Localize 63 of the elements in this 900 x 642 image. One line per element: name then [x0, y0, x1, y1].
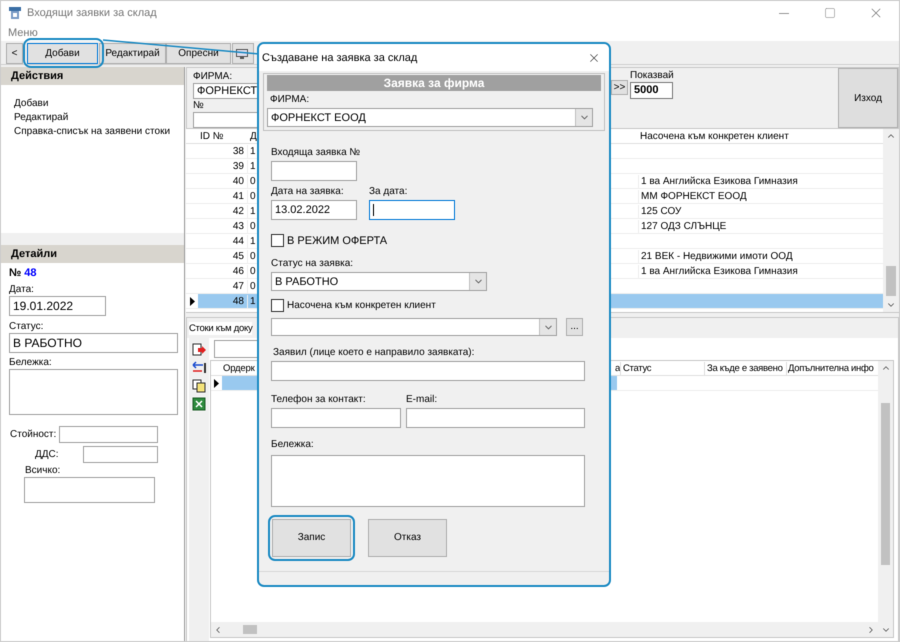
- column-header: Статус: [623, 362, 652, 374]
- number-label: №: [9, 267, 22, 280]
- field-label: Дата на заявка:: [271, 186, 344, 198]
- table-cell: 45: [232, 250, 244, 262]
- field-label: №: [193, 99, 204, 112]
- table-cell: 0: [250, 280, 256, 292]
- column-header: ID №: [200, 130, 224, 142]
- table-cell: 40: [232, 174, 244, 188]
- field-label: ФИРМА:: [193, 70, 232, 83]
- window-title: Входящи заявки за склад: [27, 6, 157, 20]
- table-cell: 1: [250, 144, 256, 158]
- field-label: Стойност:: [10, 428, 56, 441]
- table-cell: 1 ва Английска Езикова Гимназия: [641, 264, 798, 278]
- column-header: Д: [250, 130, 257, 142]
- table-cell: 0: [250, 264, 256, 278]
- checkbox-label: Насочена към конкретен клиент: [287, 300, 436, 312]
- table-cell: 0: [250, 190, 256, 202]
- table-cell: 42: [232, 204, 244, 218]
- field-label: За дата:: [369, 186, 408, 198]
- field-label: Статус на заявка:: [271, 258, 354, 270]
- field-label: Бележка:: [9, 356, 52, 369]
- table-cell: 48: [232, 294, 244, 308]
- table-cell: 1: [250, 234, 256, 248]
- table-cell: 125 СОУ: [641, 204, 682, 218]
- table-cell: 44: [232, 234, 244, 248]
- table-cell: 1: [250, 294, 256, 308]
- field-label: ДДС:: [35, 448, 59, 461]
- table-cell: 127 ОДЗ СЛЪНЦЕ: [641, 220, 726, 232]
- field-label: Заявил (лице което е направило заявката):: [273, 347, 474, 359]
- table-cell: 21 ВЕК - Недвижими имоти ООД: [641, 250, 793, 262]
- field-label: Показвай: [630, 69, 674, 82]
- table-cell: 38: [232, 144, 244, 158]
- dialog-title: Създаване на заявка за склад: [262, 52, 418, 64]
- field-label: Входяща заявка №: [271, 147, 360, 159]
- section-header: Заявка за фирма: [267, 75, 601, 91]
- table-cell: 47: [232, 280, 244, 292]
- table-cell: 1: [250, 160, 256, 172]
- column-header: Допълнителна инфо: [788, 362, 874, 374]
- record-number: 48: [24, 267, 37, 280]
- table-cell: 0: [250, 220, 256, 232]
- table-cell: 1 ва Английска Езикова Гимназия: [641, 174, 798, 188]
- field-label: Статус:: [9, 320, 44, 333]
- table-cell: 0: [250, 174, 256, 188]
- table-cell: 39: [232, 160, 244, 172]
- column-header: Насочена към конкретен клиент: [640, 130, 789, 142]
- section-header: Действия: [1, 67, 184, 85]
- field-label: ФИРМА:: [270, 94, 310, 106]
- field-label: Всичко:: [25, 464, 60, 477]
- table-cell: 0: [250, 250, 256, 262]
- table-cell: 46: [232, 264, 244, 278]
- field-label: Бележка:: [271, 439, 314, 451]
- column-header: За къде е заявено: [707, 362, 783, 374]
- table-cell: 1: [250, 204, 256, 218]
- table-cell: ММ ФОРНЕКСТ ЕООД: [641, 190, 747, 202]
- table-cell: 43: [232, 220, 244, 232]
- table-cell: 41: [232, 190, 244, 202]
- column-header: Ордерк: [223, 362, 255, 374]
- checkbox-label: В РЕЖИМ ОФЕРТА: [287, 234, 388, 246]
- section-header: Детайли: [1, 245, 184, 263]
- field-label: Дата:: [9, 283, 34, 296]
- field-label: E-mail:: [406, 394, 438, 406]
- column-header: а: [615, 362, 620, 374]
- field-label: Телефон за контакт:: [271, 394, 366, 406]
